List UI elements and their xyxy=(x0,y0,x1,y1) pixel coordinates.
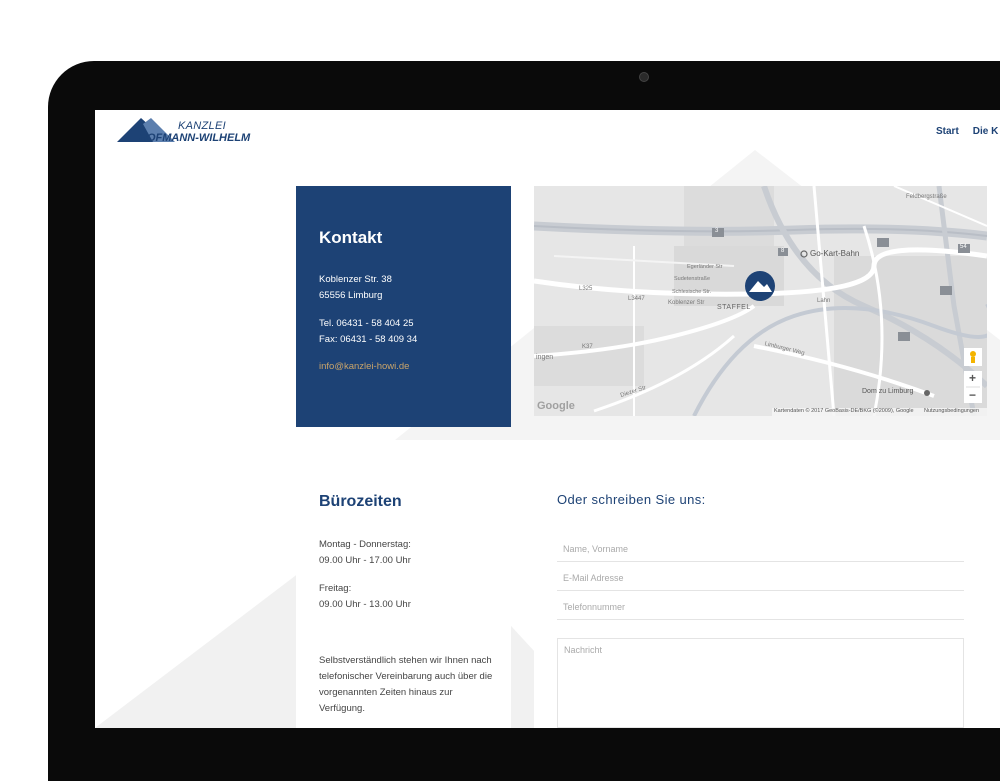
office-hours-panel: Bürozeiten Montag - Donnerstag: 09.00 Uh… xyxy=(296,450,511,728)
map-zoom-in-button[interactable]: + xyxy=(969,371,976,385)
map-label-staffel: STAFFEL xyxy=(717,304,751,311)
logo-main-text: HOFMANN-WILHELM xyxy=(139,132,251,144)
contact-form: Oder schreiben Sie uns: xyxy=(534,450,987,728)
google-logo[interactable]: Google xyxy=(537,400,575,412)
map-label-l325: L325 xyxy=(579,286,593,292)
contact-fax: Fax: 06431 - 58 409 34 xyxy=(319,334,418,345)
map-shield-54: 54 xyxy=(960,244,967,250)
hours-fri-time: 09.00 Uhr - 13.00 Uhr xyxy=(319,599,411,610)
hours-mon-thu-label: Montag - Donnerstag: xyxy=(319,539,411,550)
contact-title: Kontakt xyxy=(319,228,383,247)
map-canvas xyxy=(534,186,987,416)
map-label-schlesische: Schlesische Str. xyxy=(672,289,712,295)
contact-email-link[interactable]: info@kanzlei-howi.de xyxy=(319,359,409,375)
map-label-feldberg: Feldbergstraße xyxy=(906,194,947,200)
message-textarea[interactable] xyxy=(557,638,964,728)
map-attribution: Kartendaten © 2017 GeoBasis-DE/BKG (©200… xyxy=(774,408,914,414)
nav-item-kanzlei[interactable]: Die K xyxy=(973,126,999,137)
map-label-koblenzer: Koblenzer Str xyxy=(668,300,705,306)
map-terms-link[interactable]: Nutzungsbedingungen xyxy=(924,408,979,414)
map-label-ingen: ingen xyxy=(536,354,554,361)
map-label-egerlaender: Egerländer Str xyxy=(687,264,723,270)
office-hours-title: Bürozeiten xyxy=(319,493,402,510)
google-map[interactable]: Go-Kart-Bahn STAFFEL Koblenzer Str Limbu… xyxy=(534,186,987,416)
map-shield-8: 8 xyxy=(781,248,785,254)
map-label-l3447: L3447 xyxy=(628,296,645,302)
phone-input[interactable] xyxy=(557,594,964,620)
nav-item-start[interactable]: Start xyxy=(936,126,959,137)
hours-note-1: Selbstverständlich stehen wir Ihnen nach xyxy=(319,655,492,666)
map-label-lahn: Lahn xyxy=(817,298,831,304)
map-shield-3: 3 xyxy=(715,228,719,234)
screen: KANZLEI HOFMANN-WILHELM Start Die K Konta… xyxy=(95,110,1000,728)
map-marker[interactable] xyxy=(745,271,775,301)
contact-tel[interactable]: Tel. 06431 - 58 404 25 xyxy=(319,316,414,332)
hours-note-4: Verfügung. xyxy=(319,703,365,714)
map-label-gokart: Go-Kart-Bahn xyxy=(810,249,860,258)
map-label-sudeten: Sudetenstraße xyxy=(674,276,711,282)
hours-mon-thu-time: 09.00 Uhr - 17.00 Uhr xyxy=(319,555,411,566)
contact-street: Koblenzer Str. 38 xyxy=(319,274,392,285)
map-zoom-out-button[interactable]: − xyxy=(969,388,976,402)
hours-note-2: telefonischer Vereinbarung auch über die xyxy=(319,671,493,682)
form-title: Oder schreiben Sie uns: xyxy=(557,492,706,507)
hours-fri-label: Freitag: xyxy=(319,583,352,594)
map-label-dom: Dom zu Limburg xyxy=(862,388,914,395)
camera-icon xyxy=(639,72,649,82)
map-label-k37: K37 xyxy=(582,344,593,350)
logo-top-text: KANZLEI xyxy=(178,120,226,132)
name-input[interactable] xyxy=(557,536,964,562)
main-nav: Start Die K xyxy=(936,126,1000,137)
contact-panel: Kontakt Koblenzer Str. 38 65556 Limburg … xyxy=(296,186,511,427)
email-input[interactable] xyxy=(557,565,964,591)
hours-note-3: vorgenannten Zeiten hinaus zur xyxy=(319,687,453,698)
contact-city: 65556 Limburg xyxy=(319,290,383,301)
